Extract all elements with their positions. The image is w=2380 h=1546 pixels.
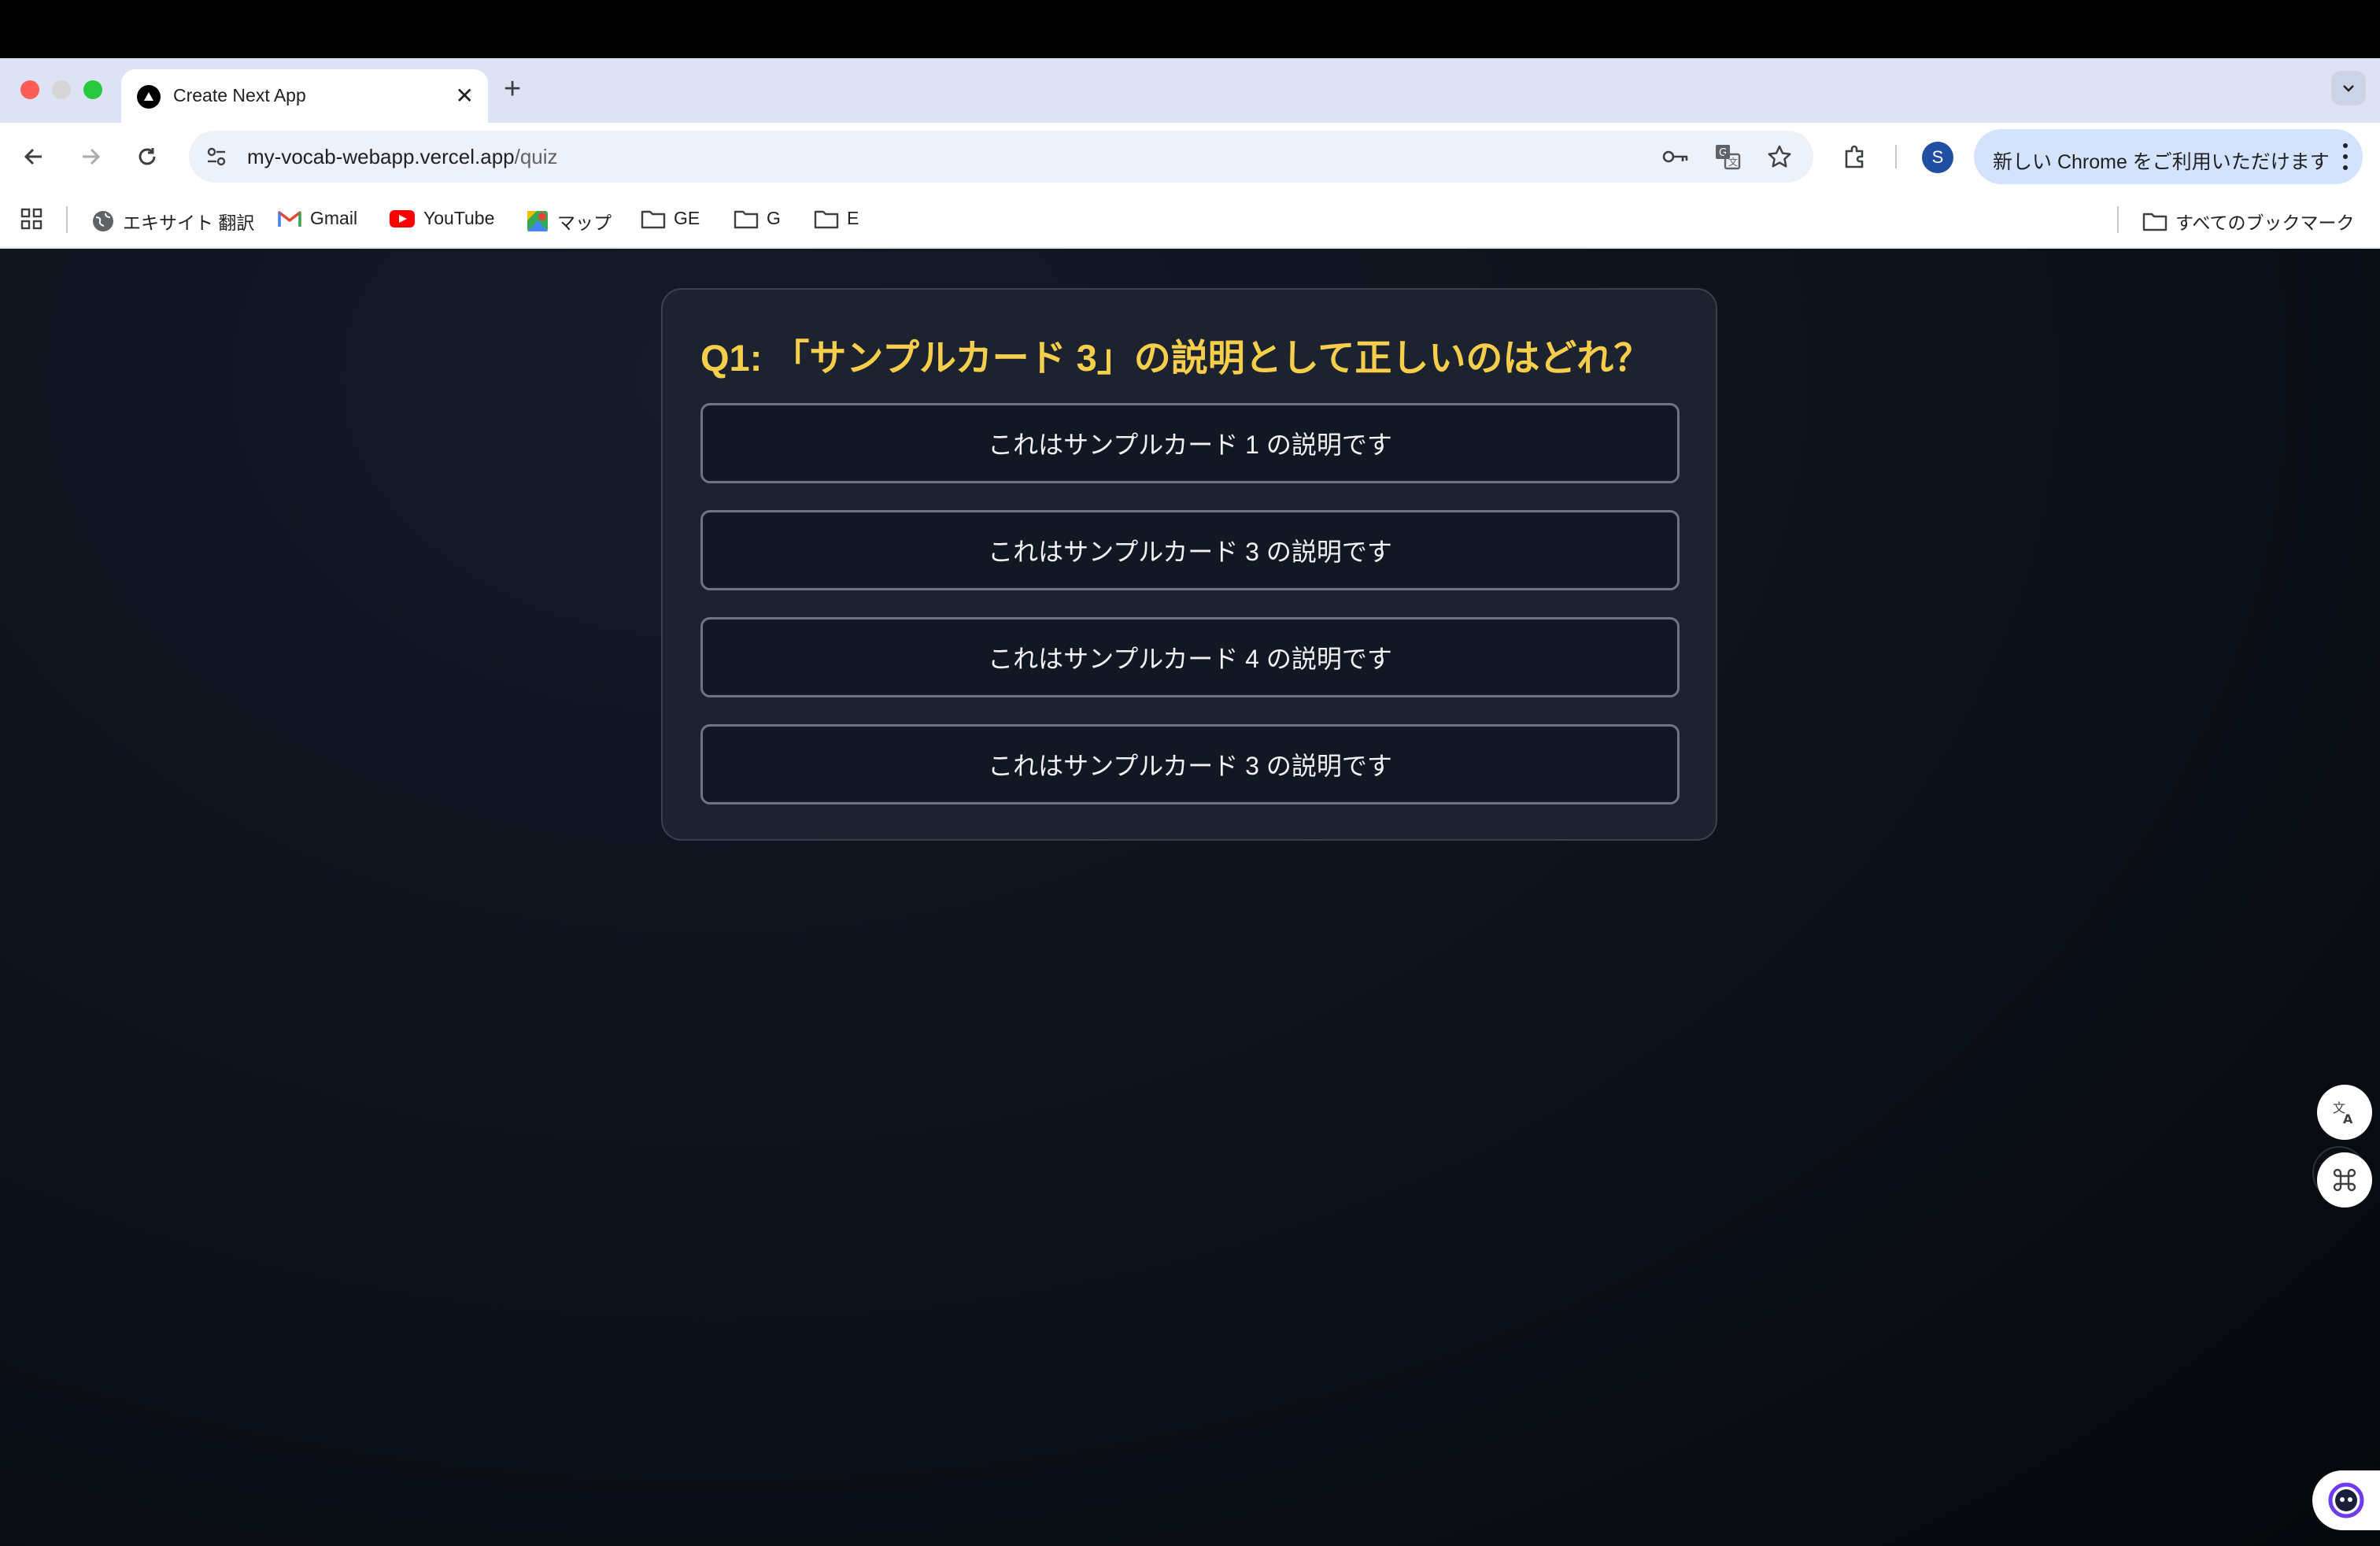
tab-title: Create Next App bbox=[173, 85, 306, 105]
svg-text:A: A bbox=[2343, 1111, 2353, 1126]
new-tab-button[interactable]: + bbox=[504, 71, 521, 107]
extensions-button[interactable] bbox=[1839, 140, 1872, 173]
tab-search-button[interactable] bbox=[2331, 71, 2366, 105]
bookmark-folder-ge[interactable]: GE bbox=[641, 208, 700, 229]
gmail-icon bbox=[278, 210, 301, 227]
bookmark-label: マップ bbox=[557, 213, 612, 233]
bookmark-maps[interactable]: マップ bbox=[526, 208, 612, 235]
menu-dots-icon[interactable] bbox=[2338, 143, 2353, 170]
forward-button[interactable] bbox=[74, 140, 107, 173]
all-bookmarks-button[interactable]: すべてのブックマーク bbox=[2142, 208, 2354, 235]
reload-icon bbox=[139, 148, 156, 165]
assistant-face-icon bbox=[2328, 1482, 2364, 1518]
all-bookmarks-label: すべてのブックマーク bbox=[2175, 213, 2355, 233]
answer-option-4[interactable]: これはサンプルカード 3 の説明です bbox=[700, 724, 1680, 804]
svg-text:文: 文 bbox=[1728, 156, 1738, 168]
tab-strip: Create Next App ✕ + bbox=[0, 58, 2380, 123]
translate-extension-button[interactable]: 文A bbox=[2317, 1085, 2372, 1140]
bookmark-folder-g[interactable]: G bbox=[734, 208, 781, 229]
question-title: Q1: 「サンプルカード 3」の説明として正しいのはどれ？ bbox=[700, 337, 1651, 379]
apps-grid-icon[interactable] bbox=[20, 208, 42, 230]
maximize-window-button[interactable] bbox=[83, 80, 102, 99]
bookmark-label: E bbox=[847, 208, 859, 228]
answer-option-2[interactable]: これはサンプルカード 3 の説明です bbox=[700, 510, 1680, 590]
system-menu-bar bbox=[0, 0, 2380, 58]
puzzle-icon bbox=[1845, 145, 1864, 168]
arrow-left-icon bbox=[24, 148, 42, 165]
password-key-icon[interactable] bbox=[1661, 142, 1691, 172]
bookmark-gmail[interactable]: Gmail bbox=[277, 208, 357, 229]
bookmark-excite[interactable]: エキサイト 翻訳 bbox=[91, 208, 254, 235]
reload-button[interactable] bbox=[131, 140, 164, 173]
bookmark-label: Gmail bbox=[310, 208, 358, 228]
bookmarks-bar: エキサイト 翻訳 Gmail YouTube マップ GE G E すべてのブッ… bbox=[0, 190, 2380, 249]
bookmark-label: G bbox=[767, 208, 781, 228]
update-chrome-button[interactable]: 新しい Chrome をご利用いただけます bbox=[1974, 129, 2363, 184]
minimize-window-button[interactable] bbox=[52, 80, 71, 99]
bookmark-label: GE bbox=[674, 208, 700, 228]
answer-option-3[interactable]: これはサンプルカード 4 の説明です bbox=[700, 617, 1680, 697]
bookmark-label: YouTube bbox=[423, 208, 495, 228]
folder-icon bbox=[641, 210, 666, 228]
ai-assistant-button[interactable] bbox=[2312, 1470, 2380, 1530]
bookmark-label: エキサイト 翻訳 bbox=[123, 213, 255, 233]
command-extension-button[interactable] bbox=[2317, 1152, 2372, 1208]
folder-icon bbox=[734, 210, 759, 228]
youtube-icon bbox=[390, 209, 415, 227]
site-settings-icon[interactable] bbox=[203, 143, 230, 170]
bookmark-folder-e[interactable]: E bbox=[814, 208, 859, 229]
url-host: my-vocab-webapp.vercel.app bbox=[247, 145, 515, 168]
tab-close-icon[interactable]: ✕ bbox=[456, 82, 474, 110]
close-window-button[interactable] bbox=[20, 80, 39, 99]
chevron-down-icon bbox=[2343, 85, 2354, 92]
maps-icon bbox=[527, 211, 548, 231]
profile-avatar[interactable]: S bbox=[1922, 142, 1953, 173]
translate-icon[interactable]: G文 bbox=[1713, 142, 1743, 172]
back-button[interactable] bbox=[17, 140, 50, 173]
url-text: my-vocab-webapp.vercel.app/quiz bbox=[247, 145, 558, 169]
bookmarks-divider bbox=[66, 206, 68, 233]
browser-toolbar: my-vocab-webapp.vercel.app/quiz G文 S 新しい… bbox=[0, 123, 2380, 190]
url-path: /quiz bbox=[514, 145, 558, 168]
translate-icon: 文A bbox=[2333, 1100, 2353, 1126]
globe-icon bbox=[93, 211, 113, 231]
address-bar[interactable]: my-vocab-webapp.vercel.app/quiz G文 bbox=[189, 131, 1813, 183]
command-key-icon bbox=[2333, 1168, 2356, 1192]
toolbar-divider bbox=[1895, 145, 1897, 168]
active-tab[interactable]: Create Next App ✕ bbox=[121, 69, 488, 123]
folder-icon bbox=[2142, 213, 2168, 231]
bookmarks-divider bbox=[2117, 206, 2119, 233]
nextjs-favicon-icon bbox=[137, 85, 161, 109]
quiz-card: Q1: 「サンプルカード 3」の説明として正しいのはどれ？ これはサンプルカード… bbox=[661, 288, 1717, 841]
bookmark-youtube[interactable]: YouTube bbox=[389, 208, 494, 229]
folder-icon bbox=[814, 210, 839, 228]
answer-option-1[interactable]: これはサンプルカード 1 の説明です bbox=[700, 403, 1680, 483]
bookmark-star-icon[interactable] bbox=[1765, 142, 1794, 172]
update-chrome-label: 新しい Chrome をご利用いただけます bbox=[1993, 151, 2330, 173]
arrow-right-icon bbox=[83, 148, 101, 165]
quiz-page: Q1: 「サンプルカード 3」の説明として正しいのはどれ？ これはサンプルカード… bbox=[0, 249, 2380, 1546]
